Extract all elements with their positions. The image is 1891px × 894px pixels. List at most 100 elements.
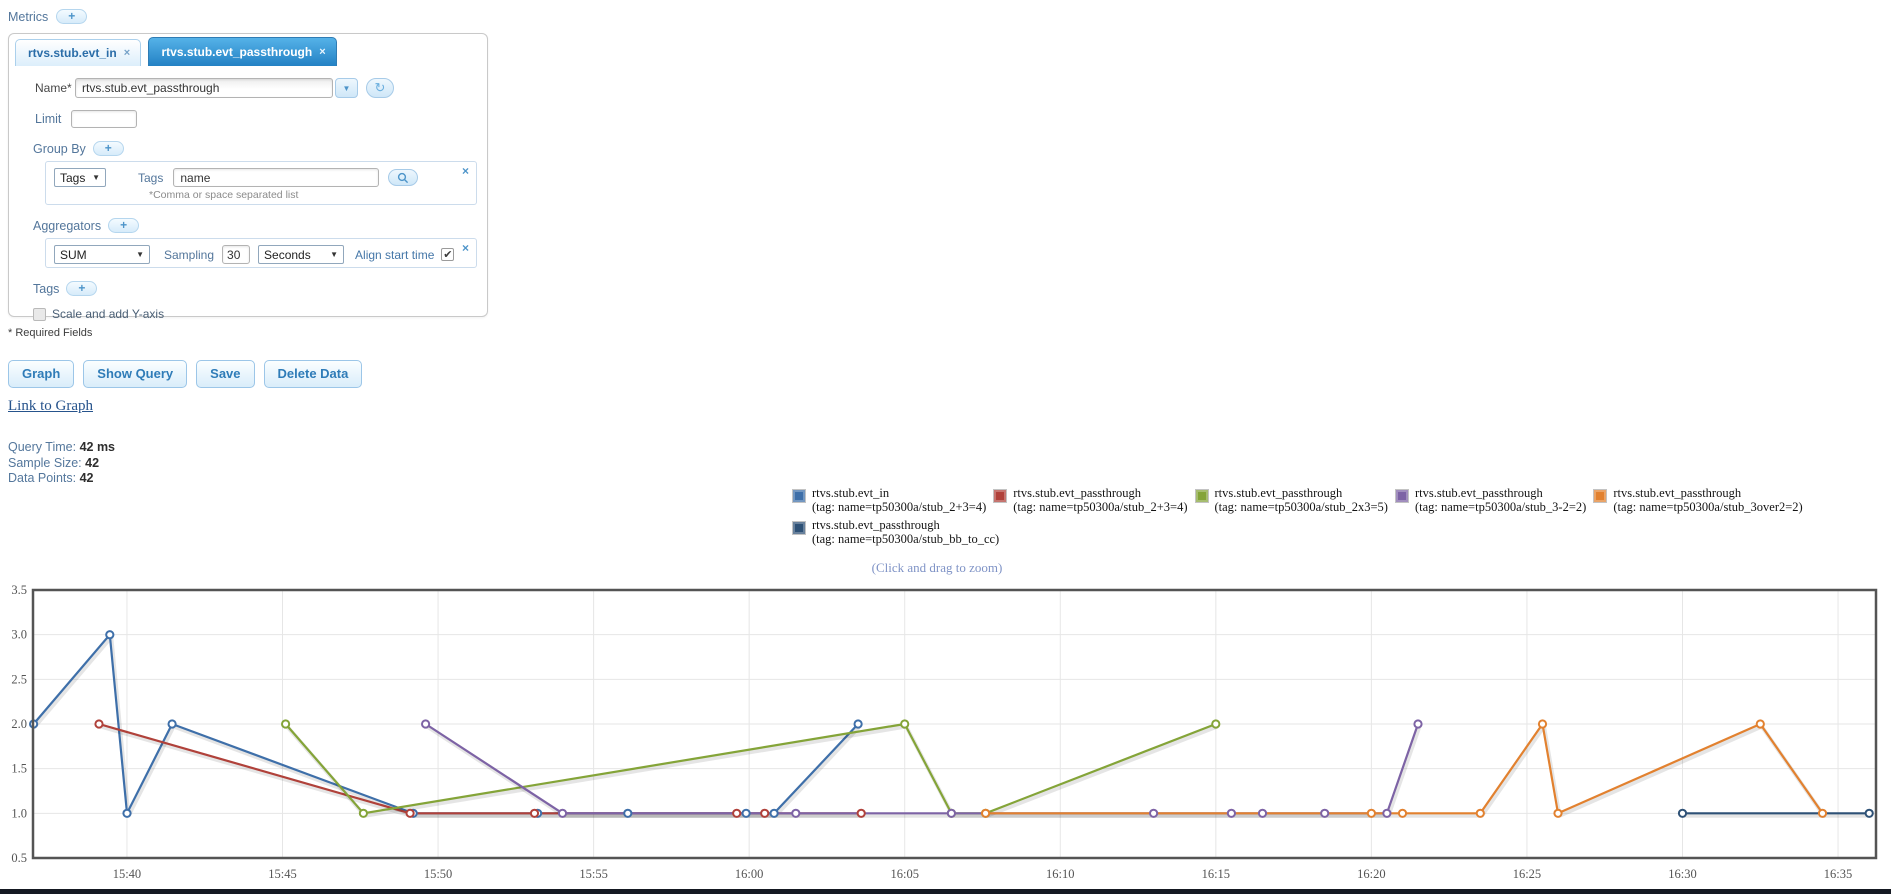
svg-text:16:25: 16:25	[1513, 867, 1541, 881]
aggregators-label: Aggregators	[33, 218, 102, 233]
legend-label: rtvs.stub.evt_passthrough (tag: name=tp50…	[1415, 486, 1586, 514]
legend-tag: (tag: name=tp50300a/stub_3-2=2)	[1414, 500, 1587, 514]
name-row: Name* ▼ ↻	[35, 78, 487, 98]
link-to-graph[interactable]: Link to Graph	[8, 398, 93, 415]
svg-text:16:30: 16:30	[1668, 867, 1696, 881]
add-group-by-button[interactable]: +	[92, 141, 124, 156]
legend-tag: (tag: name=tp50300a/stub_3over2=2)	[1613, 500, 1803, 514]
legend-metric-name: rtvs.stub.evt_in	[812, 486, 890, 500]
data-points-label: Data Points:	[8, 471, 77, 485]
legend-metric-name: rtvs.stub.evt_passthrough	[1214, 486, 1343, 500]
legend-tag: (tag: name=tp50300a/stub_bb_to_cc)	[812, 532, 1000, 546]
required-fields-note: * Required Fields	[8, 327, 93, 339]
select-arrow-icon: ▼	[92, 173, 100, 182]
metrics-label: Metrics	[8, 9, 49, 24]
kairosdb-query-page: Metrics + rtvs.stub.evt_in × rtvs.stub.e…	[0, 0, 1891, 894]
query-time-row: Query Time: 42 ms	[8, 440, 115, 456]
legend-metric-name: rtvs.stub.evt_passthrough	[1013, 486, 1142, 500]
limit-row: Limit	[35, 110, 487, 128]
legend-metric-name: rtvs.stub.evt_passthrough	[812, 518, 940, 532]
close-group-by-icon[interactable]: ×	[462, 164, 469, 178]
chart-legend: rtvs.stub.evt_in (tag: name=tp50300a/stub…	[792, 486, 1891, 550]
sample-size-label: Sample Size:	[8, 455, 82, 470]
delete-data-button[interactable]: Delete Data	[263, 360, 363, 388]
add-aggregator-button[interactable]: +	[108, 218, 140, 233]
tag-search-button[interactable]	[388, 169, 419, 186]
chevron-down-icon: ▼	[342, 84, 351, 93]
sampling-unit-select[interactable]: Seconds ▼	[258, 245, 345, 264]
aggregator-value: SUM	[60, 247, 87, 262]
svg-text:16:10: 16:10	[1046, 867, 1074, 881]
align-start-time-label: Align start time	[355, 247, 435, 262]
svg-text:2.0: 2.0	[11, 717, 27, 731]
show-query-button[interactable]: Show Query	[83, 360, 188, 388]
legend-swatch	[1394, 489, 1409, 503]
legend-metric-name: rtvs.stub.evt_passthrough	[1414, 486, 1543, 500]
name-label: Name*	[35, 81, 72, 95]
query-time-label: Query Time:	[8, 440, 77, 454]
svg-text:16:15: 16:15	[1202, 867, 1230, 881]
legend-item: rtvs.stub.evt_passthrough (tag: name=tp50…	[993, 486, 1188, 514]
align-start-time-checkbox[interactable]: ✔	[441, 248, 455, 261]
svg-text:16:00: 16:00	[735, 867, 763, 881]
timeseries-chart[interactable]: 0.5 1.0 1.5 2.0 2.5 3.0 3.5 15:40 15:45 15:50 15:5…	[0, 580, 1891, 888]
group-by-tags-label: Tags	[138, 170, 164, 185]
sample-size-row: Sample Size: 42	[8, 456, 115, 472]
add-metric-button[interactable]: +	[56, 9, 88, 24]
svg-text:15:50: 15:50	[424, 867, 452, 881]
close-aggregator-icon[interactable]: ×	[462, 241, 469, 255]
metric-tabbar: rtvs.stub.evt_in × rtvs.stub.evt_passthr…	[9, 34, 487, 66]
refresh-icon: ↻	[374, 80, 386, 95]
svg-text:15:55: 15:55	[579, 867, 607, 881]
graph-button[interactable]: Graph	[8, 360, 75, 388]
tab-label: rtvs.stub.evt_passthrough	[161, 45, 313, 59]
tab-evt-passthrough[interactable]: rtvs.stub.evt_passthrough ×	[148, 37, 337, 66]
sampling-input[interactable]	[222, 245, 251, 264]
tags-section-label: Tags	[33, 281, 60, 296]
legend-item: rtvs.stub.evt_passthrough (tag: name=tp50…	[1394, 486, 1586, 514]
query-time-value: 42 ms	[79, 440, 116, 454]
legend-swatch	[993, 489, 1008, 503]
legend-swatch	[1593, 489, 1608, 503]
svg-text:15:45: 15:45	[268, 867, 296, 881]
bottom-divider-bar	[0, 889, 1891, 894]
check-icon: ✔	[443, 249, 453, 261]
search-icon	[398, 172, 409, 183]
save-button[interactable]: Save	[196, 360, 255, 388]
sampling-label: Sampling	[164, 247, 215, 262]
legend-tag: (tag: name=tp50300a/stub_2+3=4)	[1013, 500, 1188, 514]
scale-row: Scale and add Y-axis	[33, 307, 487, 321]
group-by-tags-input[interactable]	[173, 168, 380, 187]
tab-close-icon[interactable]: ×	[124, 48, 130, 59]
svg-text:16:05: 16:05	[890, 867, 918, 881]
svg-text:15:40: 15:40	[113, 867, 141, 881]
aggregator-box: SUM ▼ Sampling Seconds ▼ Align start tim…	[45, 238, 477, 268]
legend-tag: (tag: name=tp50300a/stub_2x3=5)	[1214, 500, 1388, 514]
scale-y-axis-label: Scale and add Y-axis	[52, 307, 165, 321]
sample-size-value: 42	[85, 455, 100, 470]
legend-item: rtvs.stub.evt_in (tag: name=tp50300a/stub…	[792, 486, 986, 514]
limit-input[interactable]	[71, 110, 137, 128]
select-arrow-icon: ▼	[136, 250, 144, 259]
legend-label: rtvs.stub.evt_passthrough (tag: name=tp50…	[1013, 486, 1187, 514]
svg-text:3.5: 3.5	[11, 583, 27, 597]
group-by-type-select[interactable]: Tags ▼	[54, 168, 106, 187]
add-tag-button[interactable]: +	[66, 281, 98, 296]
legend-label: rtvs.stub.evt_passthrough (tag: name=tp50…	[1613, 486, 1802, 514]
legend-swatch	[792, 521, 806, 535]
legend-item: rtvs.stub.evt_passthrough (tag: name=tp50…	[1593, 486, 1803, 514]
refresh-button[interactable]: ↻	[366, 78, 394, 98]
name-dropdown-button[interactable]: ▼	[335, 78, 358, 98]
action-buttons: Graph Show Query Save Delete Data	[8, 360, 363, 388]
aggregators-header: Aggregators +	[33, 218, 487, 233]
svg-text:16:35: 16:35	[1824, 867, 1852, 881]
metric-name-input[interactable]	[75, 78, 333, 98]
scale-y-axis-checkbox[interactable]	[33, 307, 46, 321]
svg-text:1.5: 1.5	[11, 762, 27, 776]
legend-item: rtvs.stub.evt_passthrough (tag: name=tp50…	[1194, 486, 1388, 514]
tab-evt-in[interactable]: rtvs.stub.evt_in ×	[15, 39, 142, 66]
svg-text:1.0: 1.0	[11, 806, 27, 820]
tab-close-icon[interactable]: ×	[319, 47, 325, 58]
query-stats: Query Time: 42 ms Sample Size: 42 Data P…	[8, 440, 115, 487]
aggregator-select[interactable]: SUM ▼	[54, 245, 150, 264]
